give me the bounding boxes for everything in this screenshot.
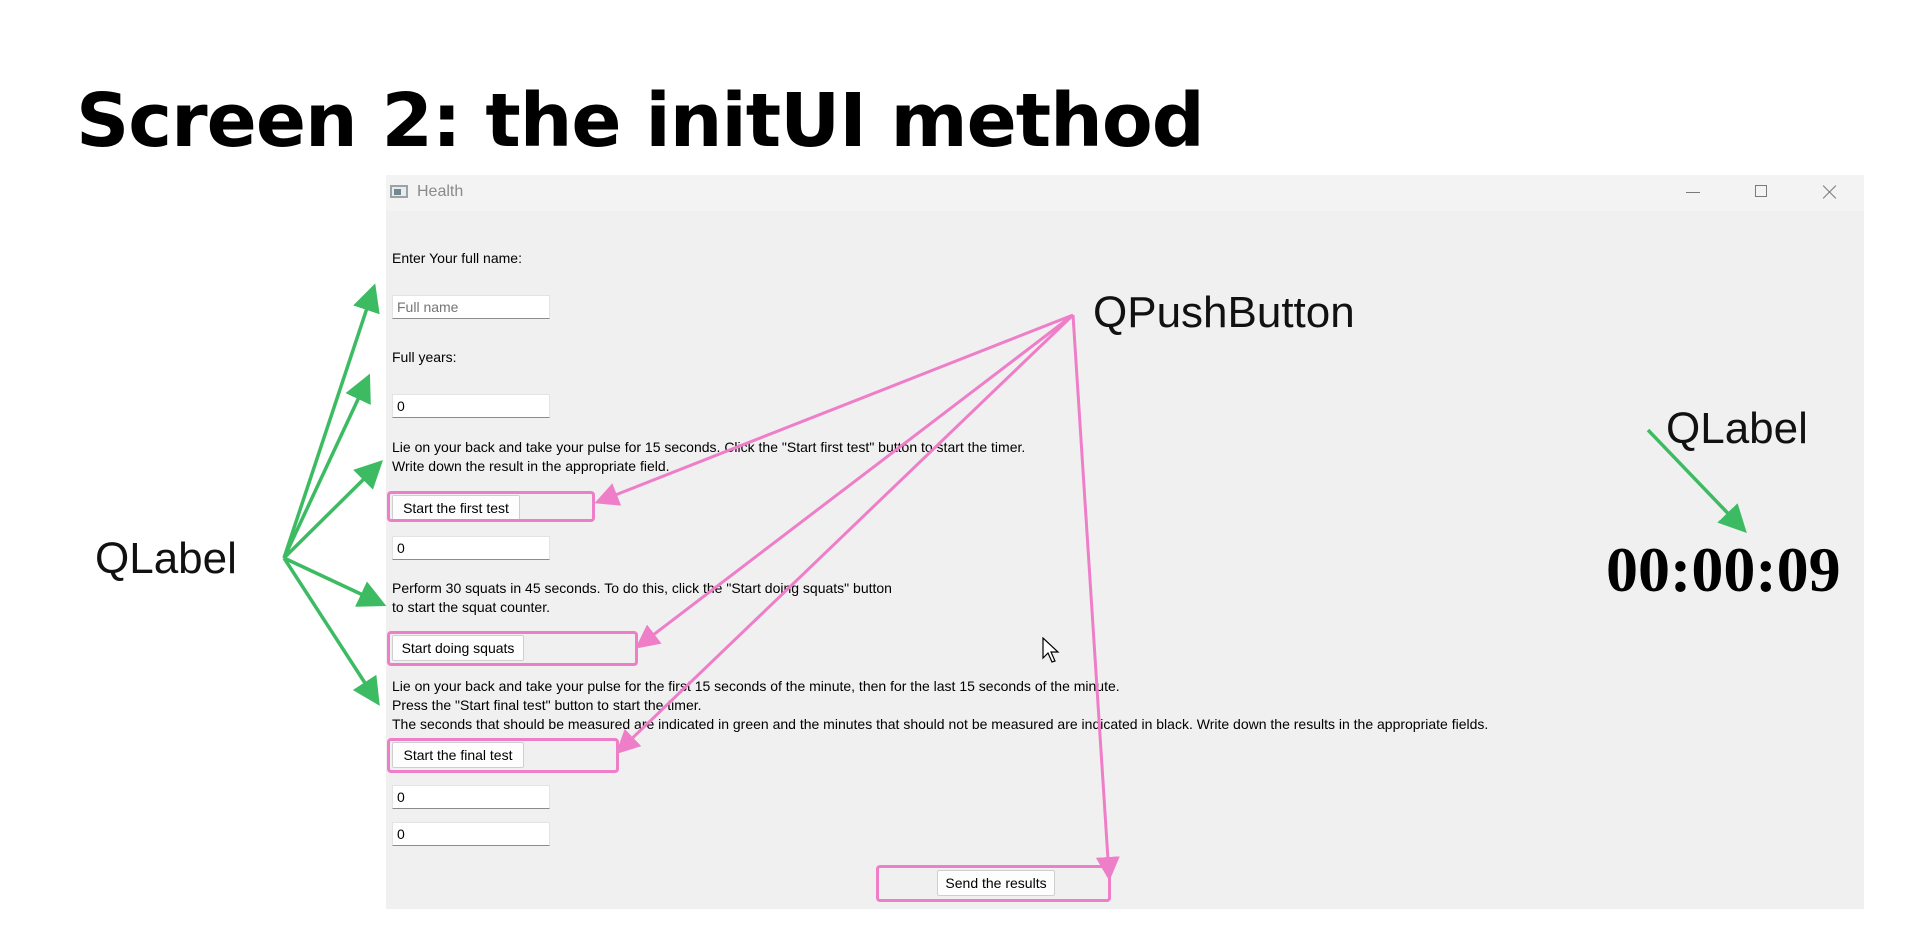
push-button-annotation: QPushButton: [1093, 288, 1355, 337]
button-arrow-send: [1071, 314, 1120, 881]
button-arrow-squats: [635, 313, 1074, 649]
button-arrow-first: [594, 313, 1074, 506]
left-label-annotation: QLabel: [95, 534, 237, 583]
right-label-annotation: QLabel: [1666, 404, 1808, 453]
label-arrow-years: [282, 373, 371, 559]
annotation-arrows: [282, 283, 1747, 881]
button-arrow-final: [615, 313, 1075, 755]
label-arrow-name: [282, 283, 380, 559]
